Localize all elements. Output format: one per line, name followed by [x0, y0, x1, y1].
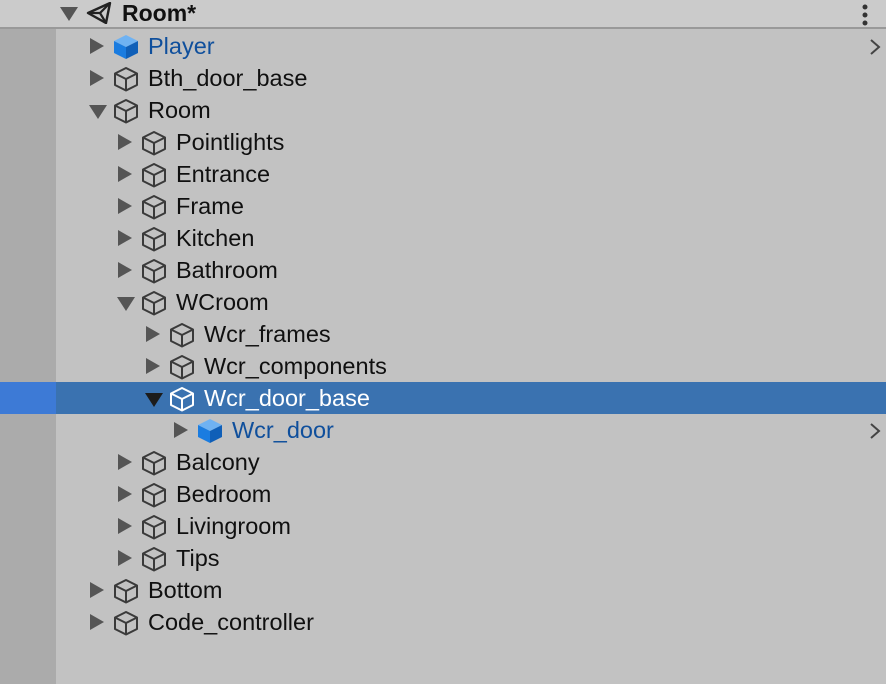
- hierarchy-item-label: Entrance: [176, 161, 271, 187]
- hierarchy-item-label: Wcr_components: [204, 353, 387, 379]
- hierarchy-item-label: WCroom: [176, 289, 269, 315]
- gameobject-cube-icon: [170, 387, 194, 412]
- hierarchy-item[interactable]: Player: [0, 30, 886, 62]
- hierarchy-item[interactable]: Entrance: [0, 158, 886, 190]
- scene-title: Room*: [122, 0, 197, 26]
- expanded-arrow-icon[interactable]: [89, 105, 107, 119]
- collapsed-arrow-icon[interactable]: [90, 38, 104, 54]
- gameobject-cube-icon: [142, 195, 166, 220]
- hierarchy-item-label: Bth_door_base: [148, 65, 308, 91]
- collapsed-arrow-icon[interactable]: [118, 230, 132, 246]
- open-prefab-chevron-icon[interactable]: [869, 422, 881, 440]
- hierarchy-item[interactable]: Wcr_frames: [0, 318, 886, 350]
- prefab-cube-icon: [198, 419, 222, 443]
- open-prefab-chevron-icon[interactable]: [869, 38, 881, 56]
- hierarchy-item[interactable]: Wcr_door: [0, 414, 886, 446]
- prefab-cube-icon: [114, 35, 138, 59]
- hierarchy-item[interactable]: Bathroom: [0, 254, 886, 286]
- collapsed-arrow-icon[interactable]: [146, 326, 160, 342]
- hierarchy-item-label: Frame: [176, 193, 244, 219]
- hierarchy-item[interactable]: Code_controller: [0, 606, 886, 638]
- hierarchy-item-label: Wcr_door_base: [204, 385, 370, 411]
- hierarchy-item-label: Room: [148, 97, 211, 123]
- hierarchy-item-label: Tips: [176, 545, 220, 571]
- hierarchy-item-label: Bedroom: [176, 481, 272, 507]
- collapsed-arrow-icon[interactable]: [118, 518, 132, 534]
- hierarchy-item[interactable]: Room: [0, 94, 886, 126]
- hierarchy-item[interactable]: Wcr_components: [0, 350, 886, 382]
- gameobject-cube-icon: [142, 483, 166, 508]
- expand-arrow-icon[interactable]: [60, 7, 78, 21]
- hierarchy-item-label: Bathroom: [176, 257, 278, 283]
- collapsed-arrow-icon[interactable]: [118, 454, 132, 470]
- gameobject-cube-icon: [142, 451, 166, 476]
- gameobject-cube-icon: [142, 291, 166, 316]
- hierarchy-item[interactable]: Bottom: [0, 574, 886, 606]
- selection-gutter: [0, 382, 56, 414]
- scene-header[interactable]: Room*: [0, 0, 886, 29]
- hierarchy-item[interactable]: Bedroom: [0, 478, 886, 510]
- collapsed-arrow-icon[interactable]: [118, 486, 132, 502]
- expanded-arrow-icon[interactable]: [117, 297, 135, 311]
- hierarchy-item-label: Livingroom: [176, 513, 291, 539]
- gameobject-cube-icon: [114, 67, 138, 92]
- hierarchy-item[interactable]: Livingroom: [0, 510, 886, 542]
- hierarchy-item[interactable]: Pointlights: [0, 126, 886, 158]
- collapsed-arrow-icon[interactable]: [90, 582, 104, 598]
- collapsed-arrow-icon[interactable]: [90, 614, 104, 630]
- hierarchy-item[interactable]: WCroom: [0, 286, 886, 318]
- hierarchy-item[interactable]: Kitchen: [0, 222, 886, 254]
- gameobject-cube-icon: [114, 611, 138, 636]
- hierarchy-item-label: Code_controller: [148, 609, 314, 635]
- hierarchy-item-label: Kitchen: [176, 225, 255, 251]
- gameobject-cube-icon: [142, 163, 166, 188]
- gameobject-cube-icon: [170, 355, 194, 380]
- hierarchy-item[interactable]: Tips: [0, 542, 886, 574]
- collapsed-arrow-icon[interactable]: [118, 198, 132, 214]
- hierarchy-item[interactable]: Wcr_door_base: [0, 382, 886, 414]
- collapsed-arrow-icon[interactable]: [118, 134, 132, 150]
- unity-scene-icon: [86, 2, 112, 24]
- hierarchy-item-label: Wcr_door: [232, 417, 334, 443]
- hierarchy-item-label: Bottom: [148, 577, 223, 603]
- hierarchy-item[interactable]: Balcony: [0, 446, 886, 478]
- collapsed-arrow-icon[interactable]: [118, 262, 132, 278]
- hierarchy-item[interactable]: Frame: [0, 190, 886, 222]
- collapsed-arrow-icon[interactable]: [118, 166, 132, 182]
- hierarchy-item-label: Balcony: [176, 449, 260, 475]
- gameobject-cube-icon: [170, 323, 194, 348]
- gameobject-cube-icon: [142, 515, 166, 540]
- gameobject-cube-icon: [142, 547, 166, 572]
- expanded-arrow-icon[interactable]: [145, 393, 163, 407]
- collapsed-arrow-icon[interactable]: [146, 358, 160, 374]
- collapsed-arrow-icon[interactable]: [174, 422, 188, 438]
- gameobject-cube-icon: [142, 259, 166, 284]
- hierarchy-item-label: Player: [148, 33, 215, 59]
- hierarchy-item[interactable]: Bth_door_base: [0, 62, 886, 94]
- gameobject-cube-icon: [114, 579, 138, 604]
- collapsed-arrow-icon[interactable]: [90, 70, 104, 86]
- collapsed-arrow-icon[interactable]: [118, 550, 132, 566]
- kebab-menu-icon[interactable]: [861, 4, 869, 26]
- hierarchy-item-label: Wcr_frames: [204, 321, 331, 347]
- gameobject-cube-icon: [114, 99, 138, 124]
- gameobject-cube-icon: [142, 131, 166, 156]
- gameobject-cube-icon: [142, 227, 166, 252]
- hierarchy-item-label: Pointlights: [176, 129, 285, 155]
